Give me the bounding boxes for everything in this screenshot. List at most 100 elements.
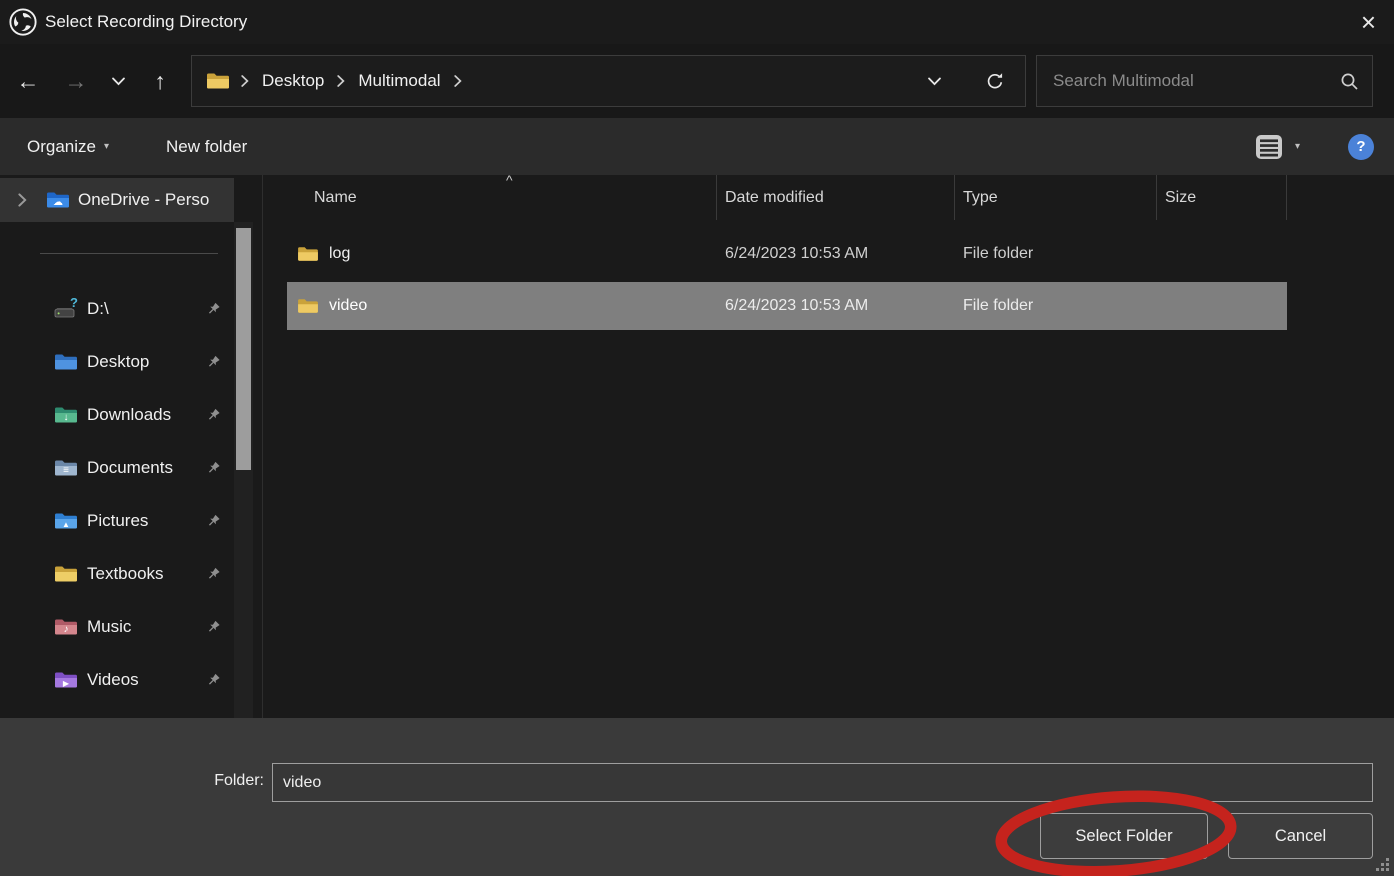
folder-icon: [297, 297, 319, 315]
folder-icon: [297, 245, 319, 263]
close-icon: ×: [1361, 7, 1376, 37]
cancel-button[interactable]: Cancel: [1228, 813, 1373, 859]
sidebar-item-label: Pictures: [87, 511, 148, 531]
sidebar-scrollbar-thumb[interactable]: [236, 228, 251, 470]
navigation-bar: ← → ↑ Desktop Multimodal: [0, 44, 1394, 118]
breadcrumb-item-multimodal[interactable]: Multimodal: [356, 71, 442, 91]
file-date-modified: 6/24/2023 10:53 AM: [717, 245, 955, 263]
sidebar-scrollbar-track[interactable]: [234, 222, 253, 718]
sidebar-item-videos[interactable]: ▶ Videos: [0, 665, 234, 695]
change-view-button[interactable]: ▾: [1254, 133, 1300, 161]
music-note-icon: ♪: [54, 624, 78, 635]
file-name-cell: log: [287, 245, 717, 263]
pin-icon[interactable]: [206, 461, 221, 476]
column-header-type[interactable]: Type: [955, 175, 1157, 220]
download-arrow-icon: ↓: [54, 412, 78, 423]
sidebar-item-label: Music: [87, 617, 131, 637]
chevron-down-icon: [112, 77, 125, 86]
search-icon: [1340, 72, 1359, 91]
up-icon: ↑: [154, 68, 166, 94]
address-dropdown-button[interactable]: [928, 77, 941, 86]
file-list: Name Date modified Type Size ^ log 6/24/…: [263, 175, 1394, 718]
sort-ascending-icon: ^: [506, 172, 513, 188]
search-input[interactable]: [1037, 71, 1340, 91]
pin-icon[interactable]: [206, 567, 221, 582]
sidebar-item-d-drive[interactable]: ? D:\: [0, 294, 234, 324]
breadcrumb-separator-icon: [241, 75, 249, 87]
file-name: video: [329, 297, 367, 315]
dialog-footer: Folder: Select Folder Cancel: [0, 718, 1394, 876]
desktop-folder-icon: [54, 352, 78, 372]
file-name-cell: video: [287, 297, 717, 315]
forward-icon: →: [65, 68, 88, 94]
breadcrumb-separator-icon: [337, 75, 345, 87]
forward-button[interactable]: →: [58, 68, 94, 95]
column-header-date-modified[interactable]: Date modified: [717, 175, 955, 220]
sidebar-item-downloads[interactable]: ↓ Downloads: [0, 400, 234, 430]
up-button[interactable]: ↑: [142, 68, 178, 95]
select-folder-button[interactable]: Select Folder: [1040, 813, 1208, 859]
help-icon: ?: [1356, 138, 1365, 155]
breadcrumb-item-desktop[interactable]: Desktop: [260, 71, 326, 91]
address-bar[interactable]: Desktop Multimodal: [191, 55, 1026, 107]
pin-icon[interactable]: [206, 514, 221, 529]
pin-icon[interactable]: [206, 302, 221, 317]
file-type: File folder: [955, 245, 1157, 263]
recent-locations-button[interactable]: [104, 77, 132, 86]
folder-field-label: Folder:: [0, 772, 264, 790]
file-row-log[interactable]: log 6/24/2023 10:53 AM File folder: [287, 230, 1287, 278]
music-folder-icon: ♪: [54, 617, 78, 637]
chevron-down-icon: ▾: [104, 141, 109, 152]
refresh-icon: [985, 71, 1005, 91]
sidebar-item-label: Desktop: [87, 352, 149, 372]
sidebar-item-label: Documents: [87, 458, 173, 478]
cloud-icon: ☁: [46, 197, 70, 208]
file-row-video-selected[interactable]: video 6/24/2023 10:53 AM File folder: [287, 282, 1287, 330]
play-icon: ▶: [54, 678, 78, 689]
column-header-name[interactable]: Name: [263, 175, 717, 220]
new-folder-label: New folder: [166, 137, 247, 157]
main-content: ☁ OneDrive - Perso ? D:\: [0, 175, 1394, 718]
pin-icon[interactable]: [206, 355, 221, 370]
disconnected-question-icon: ?: [70, 296, 78, 309]
details-view-icon: [1254, 133, 1284, 161]
sidebar-item-label: Textbooks: [87, 564, 164, 584]
new-folder-button[interactable]: New folder: [166, 137, 247, 157]
refresh-button[interactable]: [985, 71, 1005, 91]
folder-icon: [54, 564, 78, 584]
sidebar-item-onedrive[interactable]: ☁ OneDrive - Perso: [0, 178, 234, 222]
sidebar-item-documents[interactable]: ≡ Documents: [0, 453, 234, 483]
organize-label: Organize: [27, 137, 96, 157]
sidebar-item-desktop[interactable]: Desktop: [0, 347, 234, 377]
sidebar-item-pictures[interactable]: ▲ Pictures: [0, 506, 234, 536]
folder-name-input[interactable]: [272, 763, 1373, 802]
chevron-right-icon[interactable]: [18, 193, 27, 207]
column-header-size[interactable]: Size: [1157, 175, 1287, 220]
titlebar: Select Recording Directory ×: [0, 0, 1394, 44]
sidebar-item-textbooks[interactable]: Textbooks: [0, 559, 234, 589]
onedrive-folder-icon: ☁: [46, 190, 70, 210]
help-button[interactable]: ?: [1348, 134, 1374, 160]
pin-icon[interactable]: [206, 408, 221, 423]
pin-icon[interactable]: [206, 620, 221, 635]
dialog-toolbar: Organize ▾ New folder ▾ ?: [0, 118, 1394, 175]
sidebar-item-label: Videos: [87, 670, 139, 690]
sidebar-item-label: Downloads: [87, 405, 171, 425]
pin-icon[interactable]: [206, 673, 221, 688]
back-icon: ←: [17, 68, 40, 94]
chevron-down-icon: ▾: [1295, 141, 1300, 152]
organize-button[interactable]: Organize ▾: [27, 137, 109, 157]
sidebar-item-music[interactable]: ♪ Music: [0, 612, 234, 642]
sidebar-item-label: D:\: [87, 299, 109, 319]
close-button[interactable]: ×: [1355, 5, 1382, 39]
back-button[interactable]: ←: [10, 68, 46, 95]
search-box: [1036, 55, 1373, 107]
navigation-pane: ☁ OneDrive - Perso ? D:\: [0, 175, 263, 718]
obs-logo-icon: [8, 7, 38, 37]
document-lines-icon: ≡: [54, 465, 78, 476]
file-type: File folder: [955, 297, 1157, 315]
column-header-filler: [1287, 175, 1394, 220]
resize-grip-icon[interactable]: [1373, 855, 1391, 873]
select-recording-directory-dialog: Select Recording Directory × ← → ↑ Deskt…: [0, 0, 1394, 876]
downloads-folder-icon: ↓: [54, 405, 78, 425]
